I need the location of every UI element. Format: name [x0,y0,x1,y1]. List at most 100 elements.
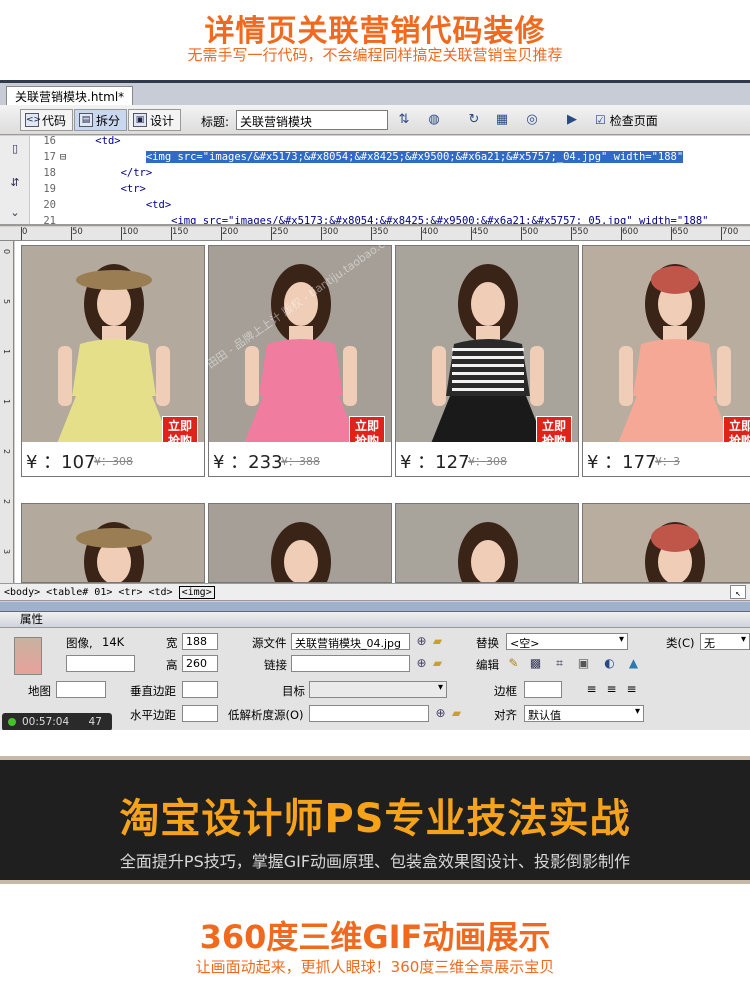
product-card[interactable]: 立即抢购 ¥ ：127 ¥：308 [395,245,579,477]
price-bar: ¥ ：107 ¥：308 [22,442,204,476]
ruler-tick: 100 [120,227,139,240]
arm-shape [717,346,731,406]
tag-path[interactable]: <body> <table# 01> <tr> <td> [4,587,173,598]
ruler-tick: 0 [20,227,28,240]
check-page-label: 检查页面 [609,113,658,128]
resample-icon[interactable]: ▣ [576,656,591,671]
code-line[interactable]: 17 ⊟ <img src="images/&#x5173;&#x8054;&#x… [30,149,750,165]
hat-shape [651,524,699,552]
document-tab[interactable]: 关联营销模块.html* [6,86,134,105]
align-left-icon[interactable]: ≡ [584,682,599,697]
point-to-lowsrc-icon[interactable]: ⊕ [433,706,448,721]
ruler-tick: 500 [520,227,539,240]
recording-timer: 00:57:04 47 [2,713,112,731]
product-photo [22,246,204,446]
hat-shape [651,266,699,294]
target-label: 目标 [282,684,305,698]
point-to-link-icon[interactable]: ⊕ [414,656,429,671]
hspace-input[interactable] [182,705,218,722]
code-line[interactable]: 19 <tr> [30,181,750,197]
properties-title[interactable]: 属性 [0,612,750,628]
visual-aids-icon[interactable]: ◎ [522,111,542,129]
product-photo [22,504,204,582]
border-input[interactable] [524,681,562,698]
height-label: 高 [166,658,178,672]
promo-subtitle: 全面提升PS技巧，掌握GIF动画原理、包装盒效果图设计、投影倒影制作 [119,852,631,871]
hat-shape [76,270,152,290]
hspace-label: 水平边距 [130,708,176,722]
align-center-icon[interactable]: ≡ [604,682,619,697]
code-view-button[interactable]: <> 代码 [20,109,74,131]
page-title-input[interactable]: 关联营销模块 [236,110,388,130]
code-view[interactable]: ▯ ⇵ ⌄ 16 <td> 17 ⊟ <img src="images/&#x517… [0,136,750,226]
product-photo [583,504,750,582]
product-card-partial[interactable] [395,503,579,583]
vspace-input[interactable] [182,681,218,698]
preview-browser-icon[interactable]: ◍ [424,111,444,129]
document-tab-bar: 关联营销模块.html* [0,83,750,105]
product-card-partial[interactable] [208,503,392,583]
source-input[interactable]: 关联营销模块_04.jpg [291,633,410,650]
feature-subtitle: 让画面动起来，更抓人眼球！360度三维全景展示宝贝 [195,958,555,976]
ruler-tick: 3 [2,549,11,555]
select-tool-icon[interactable]: ↖ [730,585,746,599]
code-text: <td> [95,136,121,147]
current-tag[interactable]: <img> [178,586,215,599]
timer-value: 00:57:04 [22,716,70,728]
validate-markup-icon[interactable]: ▶ [562,111,582,129]
expand-more-icon[interactable]: ⌄ [8,206,22,220]
lowsrc-input[interactable] [309,705,429,722]
fold-marker[interactable]: ⊟ [56,149,70,165]
code-line[interactable]: 21 <img src="images/&#x5173;&#x8054;&#x8… [30,213,750,224]
width-input[interactable]: 188 [182,633,218,650]
point-to-file-icon[interactable]: ⊕ [414,634,429,649]
stripe-shape [452,356,524,359]
collapse-tag-icon[interactable]: ⇵ [8,176,22,190]
code-line[interactable]: 20 <td> [30,197,750,213]
code-line[interactable]: 18 </tr> [30,165,750,181]
link-input[interactable] [291,655,410,672]
design-view-label: 设计 [150,113,175,128]
top-shape [259,339,343,396]
product-card-partial[interactable] [582,503,750,583]
browse-lowsrc-folder-icon[interactable]: ▰ [449,706,464,721]
section-gap [0,730,750,756]
product-card[interactable]: 立即抢购¥ ：177¥：3 [582,245,750,477]
design-view[interactable]: 立即抢购 ¥ ：107 ¥：308 立即抢购 ¥ ：233 ¥：388 立即抢购 ¥ ：127… [15,241,750,583]
map-input[interactable] [56,681,106,698]
class-select[interactable]: 无 [700,633,750,650]
browse-link-folder-icon[interactable]: ▰ [430,656,445,671]
file-management-icon[interactable]: ⇅ [394,111,414,129]
vspace-label: 垂直边距 [130,684,176,698]
feature-title: 360度三维GIF动画展示 [199,918,551,956]
sharpen-icon[interactable]: ▲ [626,656,641,671]
design-view-button[interactable]: ▣ 设计 [128,109,182,131]
crop-icon[interactable]: ⌗ [552,656,567,671]
align-right-icon[interactable]: ≡ [624,682,639,697]
product-card[interactable]: 立即抢购 ¥ ：233 ¥：388 [208,245,392,477]
element-type-label: 图像, [66,636,93,650]
image-id-input[interactable] [66,655,135,672]
split-view-button[interactable]: ▤ 拆分 [74,109,128,131]
code-line[interactable]: 16 <td> [30,136,750,149]
product-photo [396,504,578,582]
optimize-icon[interactable]: ▩ [528,656,543,671]
target-select[interactable] [309,681,447,698]
price: ¥ ：177 [587,452,657,473]
ruler-tick: 450 [470,227,489,240]
brightness-contrast-icon[interactable]: ◐ [602,656,617,671]
check-page-button[interactable]: ☑ 检查页面 [591,109,662,131]
panel-splitter[interactable] [0,602,750,612]
document-toolbar: <> 代码 ▤ 拆分 ▣ 设计 标题: 关联营销模块 ⇅ ◍ ↻ ▦ ◎ ▶ ☑… [0,105,750,135]
edit-pencil-icon[interactable]: ✎ [506,656,521,671]
view-options-icon[interactable]: ▦ [492,111,512,129]
alt-select[interactable]: <空> [506,633,628,650]
product-card[interactable]: 立即抢购 ¥ ：107 ¥：308 [21,245,205,477]
height-input[interactable]: 260 [182,655,218,672]
feature-section: 360度三维GIF动画展示 让画面动起来，更抓人眼球！360度三维全景展示宝贝 [0,890,750,985]
align-select[interactable]: 默认值 [524,705,644,722]
open-documents-icon[interactable]: ▯ [8,142,22,156]
refresh-icon[interactable]: ↻ [464,111,484,129]
browse-folder-icon[interactable]: ▰ [430,634,445,649]
product-card-partial[interactable] [21,503,205,583]
